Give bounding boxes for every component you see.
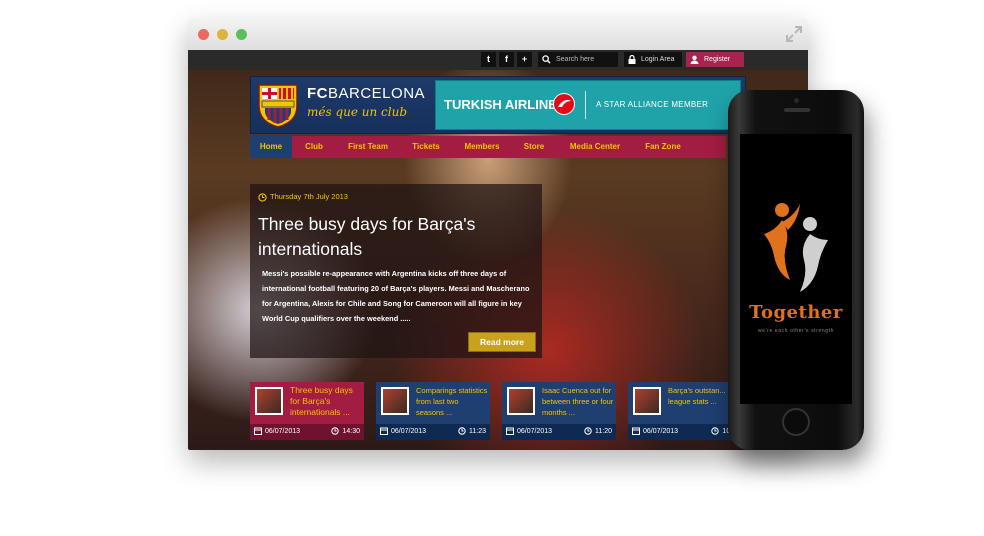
news-thumbnail (381, 387, 409, 415)
nav-item-media-center[interactable]: Media Center (556, 136, 634, 158)
news-thumbnail (633, 387, 661, 415)
featured-article: Thursday 7th July 2013 Three busy days f… (250, 184, 542, 358)
nav-item-store[interactable]: Store (512, 136, 556, 158)
club-motto: més que un club (307, 105, 408, 119)
register-label: Register (704, 56, 731, 63)
calendar-icon (254, 427, 262, 436)
sponsor-tagline: A STAR ALLIANCE MEMBER (596, 100, 709, 109)
nav-item-first-team[interactable]: First Team (336, 136, 400, 158)
calendar-icon (632, 427, 640, 436)
news-card-meta: 06/07/2013 11:20 (502, 424, 616, 440)
news-card-title: Three busy days for Barça's internationa… (290, 385, 353, 417)
news-card[interactable]: Isaac Cuenca out for between three or fo… (502, 382, 616, 440)
clock-icon (584, 427, 592, 435)
clock-icon (711, 427, 720, 435)
news-card-meta: 06/07/2013 11:23 (376, 424, 490, 440)
browser-chrome (188, 18, 808, 50)
close-window-button[interactable] (198, 29, 209, 40)
news-card-title: Isaac Cuenca out for between three or fo… (542, 386, 614, 417)
twitter-icon[interactable]: t (481, 52, 496, 67)
phone-speaker (784, 108, 810, 112)
calendar-icon (506, 427, 514, 436)
phone-home-button[interactable] (782, 408, 810, 436)
sponsor-divider (585, 91, 586, 119)
minimize-window-button[interactable] (217, 29, 228, 40)
news-thumbnail (255, 387, 283, 415)
news-card[interactable]: Three busy days for Barça's internationa… (250, 382, 364, 440)
app-name: Together (749, 302, 843, 323)
clock-icon (458, 427, 466, 435)
login-label: Login Area (641, 56, 675, 63)
nav-item-club[interactable]: Club (292, 136, 336, 158)
clock-icon (331, 427, 340, 435)
article-date: Thursday 7th July 2013 (258, 192, 348, 202)
news-thumbnail (507, 387, 535, 415)
news-card[interactable]: Comparings statistics from last two seas… (376, 382, 490, 440)
search-placeholder: Search here (556, 56, 595, 63)
airline-logo-icon (553, 93, 575, 115)
phone-screen: Together we're each other's strength (740, 134, 852, 404)
nav-item-members[interactable]: Members (452, 136, 512, 158)
lock-icon (628, 55, 636, 64)
phone-mockup: Together we're each other's strength (728, 90, 864, 450)
nav-item-home[interactable]: Home (250, 136, 292, 158)
user-icon (690, 55, 699, 64)
brand-name[interactable]: FCBARCELONA (307, 85, 425, 102)
search-icon (542, 55, 551, 64)
website-viewport: t f + Search here Login Area Register FC… (188, 50, 808, 450)
news-card[interactable]: Barça's outstan... league stats ... 06/0… (628, 382, 742, 440)
together-logo-icon (764, 203, 828, 292)
read-more-button[interactable]: Read more (468, 332, 536, 352)
facebook-icon[interactable]: f (499, 52, 514, 67)
app-tagline: we're each other's strength (758, 328, 834, 334)
clock-icon (258, 192, 267, 202)
browser-window: t f + Search here Login Area Register FC… (188, 18, 808, 450)
plus-icon[interactable]: + (517, 52, 532, 67)
sponsor-name: TURKISH AIRLINES (444, 97, 566, 112)
login-area-button[interactable]: Login Area (624, 52, 682, 67)
nav-item-fan-zone[interactable]: Fan Zone (634, 136, 692, 158)
site-header: FCBARCELONA més que un club TURKISH AIRL… (250, 76, 746, 134)
phone-camera (794, 98, 799, 103)
main-navigation: Home Club First Team Tickets Members Sto… (250, 136, 726, 158)
article-excerpt: Messi's possible re-appearance with Arge… (262, 269, 530, 323)
nav-item-tickets[interactable]: Tickets (400, 136, 452, 158)
sponsor-banner[interactable]: TURKISH AIRLINES A STAR ALLIANCE MEMBER (435, 80, 741, 130)
calendar-icon (380, 427, 388, 436)
register-button[interactable]: Register (686, 52, 744, 67)
news-card-meta: 06/07/2013 14:30 (250, 424, 364, 440)
news-card-meta: 06/07/2013 10:... (628, 424, 742, 440)
news-card-title: Comparings statistics from last two seas… (416, 386, 488, 417)
article-title[interactable]: Three busy days for Barça's internationa… (258, 212, 534, 262)
top-bar: t f + Search here Login Area Register (188, 50, 808, 70)
expand-icon[interactable] (786, 26, 802, 42)
maximize-window-button[interactable] (236, 29, 247, 40)
search-input[interactable]: Search here (538, 52, 618, 67)
club-crest-logo[interactable] (257, 82, 299, 128)
